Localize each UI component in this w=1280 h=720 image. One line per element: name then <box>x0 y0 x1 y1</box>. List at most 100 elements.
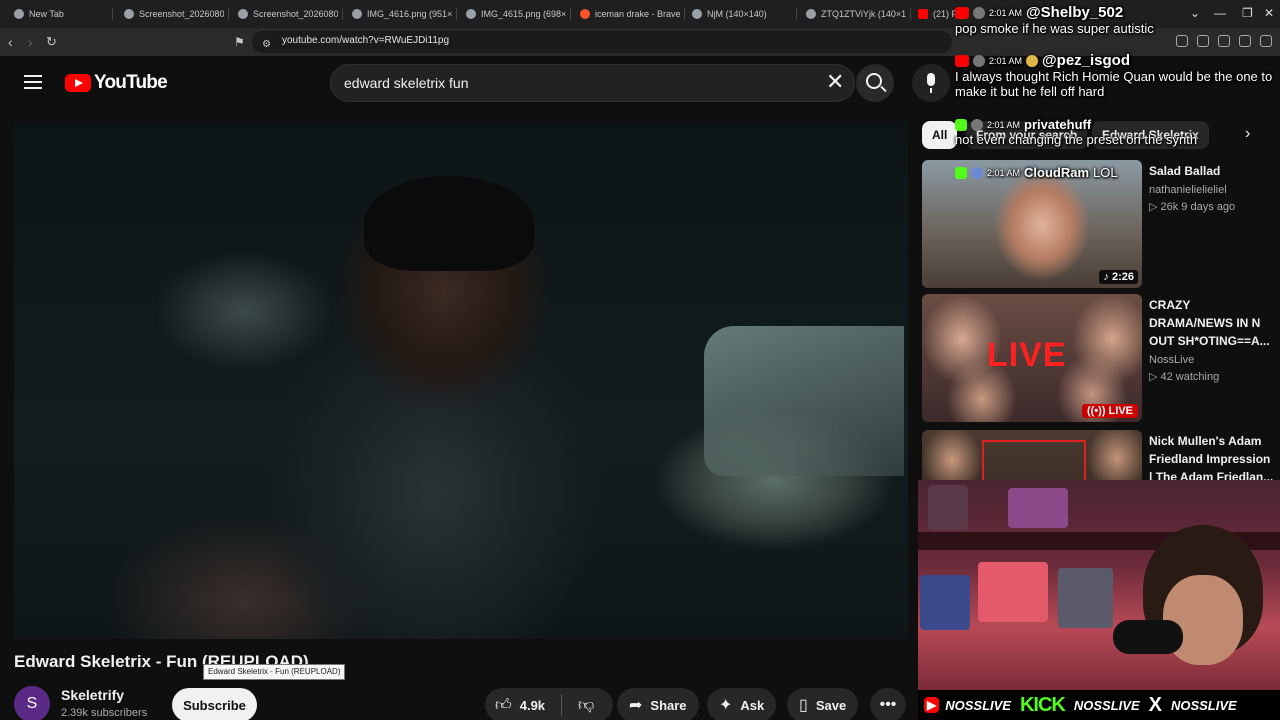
recommendation-stats: ▷ 26k 9 days ago <box>1149 201 1236 213</box>
menu-icon[interactable] <box>1260 35 1272 47</box>
clear-search-icon[interactable]: ✕ <box>826 70 844 94</box>
youtube-logo[interactable]: YouTube <box>65 72 168 94</box>
recommendation-item[interactable]: LIVE ((•)) LIVE CRAZY DRAMA/NEWS IN N OU… <box>922 294 1280 422</box>
image-icon <box>466 9 476 19</box>
youtube-icon <box>955 54 969 67</box>
channel-name[interactable]: Skeletrify <box>61 687 124 703</box>
recommendation-title[interactable]: CRAZY DRAMA/NEWS IN N OUT SH*OTING==A... <box>1149 296 1277 350</box>
brave-icon <box>580 9 590 19</box>
voice-search-icon[interactable] <box>912 64 950 102</box>
back-icon[interactable]: ‹ <box>8 33 13 51</box>
extension-icon[interactable] <box>1218 35 1230 47</box>
avatar <box>973 54 985 67</box>
extension-icon[interactable] <box>1176 35 1188 47</box>
url-text[interactable]: youtube.com/watch?v=RWuEJDi11pg <box>282 35 449 46</box>
chat-message: 2:01 AM @pez_isgod I always thought Rich… <box>955 52 1275 99</box>
avatar <box>971 166 983 179</box>
chat-username: @Shelby_502 <box>1026 4 1124 21</box>
globe-icon <box>692 9 702 19</box>
title-tooltip: Edward Skeletrix - Fun (REUPLOAD) <box>203 664 346 680</box>
youtube-icon <box>955 6 969 19</box>
globe-icon <box>238 9 248 19</box>
chat-message: 2:01 AM @Shelby_502 pop smoke if he was … <box>955 4 1154 36</box>
video-player[interactable] <box>14 121 908 639</box>
kick-logo: KICK <box>1019 693 1066 716</box>
recommendation-channel[interactable]: NossLive <box>1149 354 1277 366</box>
tab-new-tab[interactable]: New Tab <box>14 4 109 24</box>
tab-ztq[interactable]: ZTQ1ZTViYjk (140×14 <box>806 4 906 24</box>
youtube-header: YouTube edward skeletrix fun ✕ <box>0 56 950 112</box>
live-thumbnail-text: LIVE <box>987 336 1067 374</box>
subscriber-count: 2.39k subscribers <box>61 707 148 719</box>
youtube-icon: ▶ <box>924 697 940 713</box>
tab-img-4615[interactable]: IMG_4615.png (698×5 <box>466 4 566 24</box>
search-button[interactable] <box>856 64 894 102</box>
recommendation-title[interactable]: Salad Ballad <box>1149 162 1277 180</box>
duration-badge: ♪ 2:26 <box>1099 270 1138 284</box>
forward-icon[interactable]: › <box>28 33 33 51</box>
kick-icon <box>955 118 967 131</box>
chat-username: privatehuff <box>1024 117 1092 132</box>
chat-text: I always thought Rich Homie Quan would b… <box>955 69 1273 99</box>
close-window-icon[interactable]: ✕ <box>1264 6 1274 20</box>
like-dislike-group: 👍︎ 4.9k 👎︎ <box>485 688 613 720</box>
site-info-icon[interactable]: ⚙ <box>262 36 271 54</box>
subscribe-button[interactable]: Subscribe <box>172 688 257 720</box>
microphone-icon <box>1113 620 1183 654</box>
globe-icon <box>14 9 24 19</box>
chips-next-icon[interactable]: › <box>1245 125 1250 143</box>
save-button[interactable]: ▯ Save <box>787 688 859 720</box>
chat-username: CloudRam <box>1024 165 1090 180</box>
youtube-icon <box>918 9 928 19</box>
share-icon: ➦ <box>629 697 643 714</box>
tab-list-chevron-icon[interactable]: ⌄ <box>1190 6 1200 20</box>
x-logo: X <box>1148 693 1162 716</box>
restore-icon[interactable]: ❐ <box>1242 6 1253 20</box>
chat-text: LOL <box>1093 165 1118 180</box>
tab-screenshot-1[interactable]: Screenshot_2026080 <box>124 4 224 24</box>
chat-text: not even changing the preset on the synt… <box>955 132 1198 147</box>
bookmark-save-icon: ▯ <box>799 697 808 714</box>
badge-icon <box>1026 54 1039 67</box>
bookmark-icon[interactable]: ⚑ <box>234 33 245 51</box>
more-actions-icon[interactable]: ••• <box>870 688 906 720</box>
sparkle-icon: ✦ <box>719 697 733 714</box>
globe-icon <box>806 9 816 19</box>
streamer-webcam <box>918 480 1280 690</box>
reload-icon[interactable]: ↻ <box>46 33 57 51</box>
video-frame <box>364 176 534 271</box>
dislike-button[interactable]: 👎︎ <box>578 696 594 715</box>
tab-njm[interactable]: NjM (140×140) <box>692 4 792 24</box>
ask-button[interactable]: ✦ Ask <box>707 688 777 720</box>
tab-iceman-drake[interactable]: iceman drake - Brave <box>580 4 680 24</box>
avatar <box>973 6 985 19</box>
kick-icon <box>955 166 967 179</box>
video-thumbnail[interactable]: LIVE ((•)) LIVE <box>922 294 1142 422</box>
hamburger-menu-icon[interactable] <box>24 75 42 89</box>
chat-message: 2:01 AM CloudRam LOL <box>955 165 1118 180</box>
recommendation-stats: ▷ 42 watching <box>1149 371 1220 383</box>
extension-icon[interactable] <box>1239 35 1251 47</box>
chat-username: @pez_isgod <box>1042 52 1131 69</box>
channel-avatar[interactable]: S <box>14 686 50 720</box>
tab-youtube-active[interactable]: (21) F <box>918 4 958 24</box>
tab-screenshot-2[interactable]: Screenshot_2026080 <box>238 4 338 24</box>
chip-all[interactable]: All <box>922 121 958 149</box>
minimize-icon[interactable]: — <box>1214 6 1226 20</box>
avatar <box>971 118 983 131</box>
tab-img-4616[interactable]: IMG_4616.png (951× <box>352 4 452 24</box>
share-button[interactable]: ➦ Share <box>617 688 699 720</box>
thumbs-up-icon: 👍︎ <box>495 696 512 714</box>
like-button[interactable]: 👍︎ 4.9k <box>485 696 545 715</box>
live-badge: ((•)) LIVE <box>1081 404 1138 418</box>
recommendation-title[interactable]: Nick Mullen's Adam Friedland Impression … <box>1149 432 1277 486</box>
recommendation-channel[interactable]: nathanielielieliel <box>1149 184 1277 196</box>
screen: New Tab Screenshot_2026080 Screenshot_20… <box>0 0 1280 720</box>
image-icon <box>352 9 362 19</box>
like-count: 4.9k <box>519 697 546 713</box>
video-frame <box>704 326 904 476</box>
chat-text: pop smoke if he was super autistic <box>955 21 1154 36</box>
search-input[interactable]: edward skeletrix fun <box>344 75 469 91</box>
extension-icon[interactable] <box>1197 35 1209 47</box>
chat-message: 2:01 AM privatehuff not even changing th… <box>955 117 1198 147</box>
